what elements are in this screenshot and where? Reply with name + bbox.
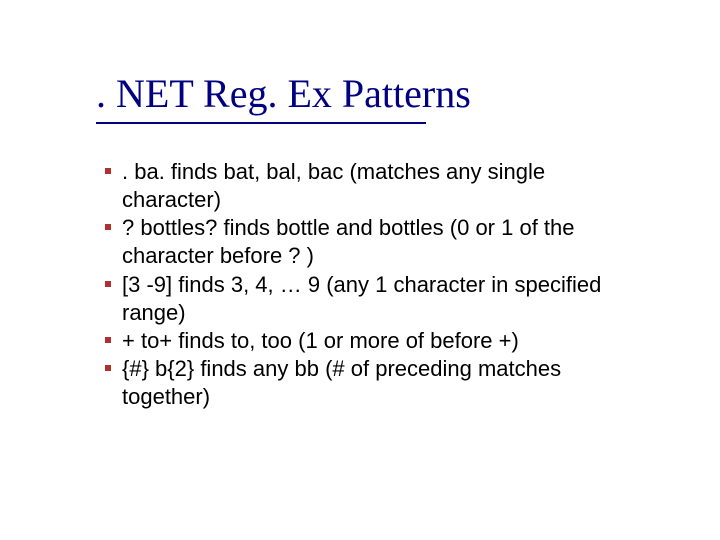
list-item: {#} b{2} finds any bb (# of preceding ma… <box>122 355 612 411</box>
body-text: . ba. finds bat, bal, bac (matches any s… <box>122 158 612 411</box>
list-item: ? bottles? finds bottle and bottles (0 o… <box>122 214 612 270</box>
bullet-icon <box>105 168 111 174</box>
item-text: ? bottles? finds bottle and bottles (0 o… <box>122 215 575 268</box>
slide: . NET Reg. Ex Patterns . ba. finds bat, … <box>0 0 720 540</box>
title-block: . NET Reg. Ex Patterns <box>96 72 471 124</box>
bullet-icon <box>105 365 111 371</box>
list-item: [3 -9] finds 3, 4, … 9 (any 1 character … <box>122 271 612 327</box>
item-text: + to+ finds to, too (1 or more of before… <box>122 328 519 353</box>
list-item: . ba. finds bat, bal, bac (matches any s… <box>122 158 612 214</box>
bullet-icon <box>105 281 111 287</box>
title-underline <box>96 122 426 124</box>
item-text: [3 -9] finds 3, 4, … 9 (any 1 character … <box>122 272 601 325</box>
list-item: + to+ finds to, too (1 or more of before… <box>122 327 612 355</box>
bullet-icon <box>105 337 111 343</box>
slide-title: . NET Reg. Ex Patterns <box>96 72 471 116</box>
item-text: . ba. finds bat, bal, bac (matches any s… <box>122 159 545 212</box>
item-text: {#} b{2} finds any bb (# of preceding ma… <box>122 356 561 409</box>
bullet-icon <box>105 224 111 230</box>
